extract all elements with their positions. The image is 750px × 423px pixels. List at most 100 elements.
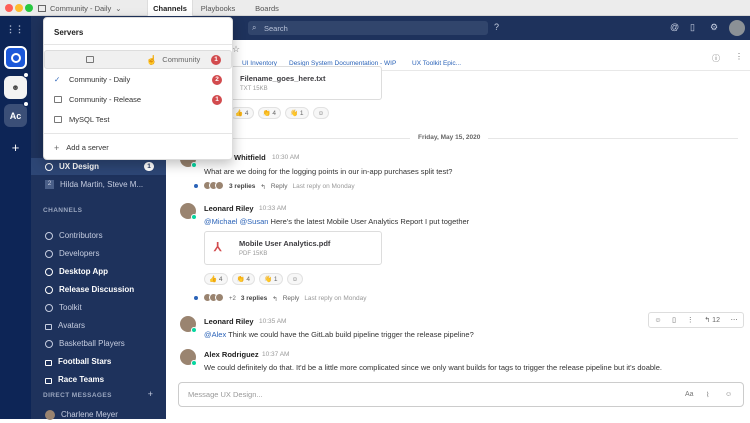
- server-icon: [38, 4, 46, 12]
- bookmark-link[interactable]: UX Toolkit Epic...: [412, 60, 461, 67]
- divider: [44, 133, 232, 134]
- team-sidebar: ⋮⋮ ☻ Ac +: [0, 16, 31, 419]
- server-item[interactable]: Community 1: [44, 50, 232, 69]
- sidebar-item-channel[interactable]: Developers: [31, 245, 166, 262]
- replies-count[interactable]: 3 replies: [229, 183, 255, 190]
- sidebar-item-dm[interactable]: Charlene Meyer: [31, 406, 166, 423]
- user-avatar[interactable]: [729, 20, 745, 36]
- star-icon[interactable]: ☆: [232, 44, 240, 55]
- close-window-button[interactable]: [5, 4, 13, 12]
- emoji-icon[interactable]: ☺: [725, 391, 732, 398]
- team-icon-active[interactable]: [4, 46, 27, 69]
- sidebar-item-channel[interactable]: Toolkit: [31, 299, 166, 316]
- post-author[interactable]: Leonard Riley: [204, 204, 254, 213]
- tab-playbooks[interactable]: Playbooks: [194, 0, 242, 16]
- thread-footer: 3 replies ↰ Reply Last reply on Monday: [203, 181, 355, 192]
- globe-icon: [45, 231, 53, 240]
- products-menu-icon[interactable]: ⋮⋮: [6, 20, 24, 38]
- file-attachment[interactable]: ⅄ Mobile User Analytics.pdf PDF 15KB: [204, 231, 382, 265]
- avatar: [45, 409, 55, 420]
- mouse-cursor-icon: ☝: [146, 55, 158, 65]
- add-server-button[interactable]: + Add a server: [44, 138, 232, 157]
- globe-icon: [45, 303, 53, 312]
- reply-icon: ↰: [260, 183, 266, 191]
- mentions-icon[interactable]: @: [670, 22, 679, 32]
- servers-dropdown: Servers Community 1 ✓ Community - Daily 2 Com…: [43, 17, 233, 160]
- formatting-icon[interactable]: Aa: [685, 391, 694, 398]
- message-input[interactable]: Message UX Design... Aa ⌇ ☺: [178, 382, 744, 407]
- file-name: Filename_goes_here.txt: [240, 74, 326, 83]
- search-input[interactable]: ⌕ Search: [248, 21, 488, 35]
- reaction[interactable]: 👋 1: [285, 107, 309, 119]
- globe-icon: [45, 339, 53, 348]
- settings-icon[interactable]: ⚙: [710, 22, 718, 33]
- post-time[interactable]: 10:30 AM: [272, 154, 299, 161]
- sidebar-item-channel[interactable]: Contributors: [31, 227, 166, 244]
- replies-count[interactable]: 3 replies: [241, 295, 267, 302]
- reply-icon: ↰: [272, 295, 278, 303]
- reaction[interactable]: 👍 4: [230, 107, 254, 119]
- info-icon[interactable]: ⓘ: [712, 53, 720, 64]
- tab-boards[interactable]: Boards: [244, 0, 290, 16]
- post-author[interactable]: Whitfield: [234, 153, 266, 162]
- post-time[interactable]: 10:33 AM: [259, 205, 286, 212]
- server-selector[interactable]: Community - Daily ⌄: [38, 0, 142, 16]
- participant-avatars: [203, 181, 224, 192]
- add-team-button[interactable]: +: [4, 136, 27, 159]
- add-dm-icon[interactable]: +: [148, 389, 153, 399]
- group-count-icon: 2: [45, 180, 54, 189]
- server-item[interactable]: MySQL Test: [44, 110, 232, 129]
- sidebar-item-channel[interactable]: Race Teams: [31, 371, 166, 388]
- status-icon: [191, 327, 197, 333]
- last-reply: Last reply on Monday: [304, 295, 367, 302]
- reply-icon[interactable]: ↰ 12: [704, 316, 720, 324]
- help-icon[interactable]: ?: [494, 22, 499, 32]
- post-time[interactable]: 10:37 AM: [262, 351, 289, 358]
- reaction[interactable]: 👏 4: [231, 273, 256, 285]
- server-item[interactable]: ✓ Community - Daily 2: [44, 70, 232, 89]
- reply-button[interactable]: Reply: [283, 295, 300, 302]
- add-reaction-button[interactable]: ☺: [286, 273, 304, 285]
- emoji-icon[interactable]: ☺: [654, 317, 661, 324]
- minimize-window-button[interactable]: [15, 4, 23, 12]
- file-attachment[interactable]: Filename_goes_here.txt TXT 15KB: [230, 66, 382, 100]
- mention[interactable]: @Michael: [204, 217, 237, 226]
- post-time[interactable]: 10:35 AM: [259, 318, 286, 325]
- add-reaction-button[interactable]: ☺: [312, 107, 330, 119]
- team-icon-ac[interactable]: Ac: [4, 104, 27, 127]
- attachment-icon[interactable]: ⌇: [706, 391, 709, 399]
- save-icon[interactable]: ▯: [672, 316, 676, 324]
- post-author[interactable]: Leonard Riley: [204, 317, 254, 326]
- mention[interactable]: @Susan: [240, 217, 269, 226]
- sidebar-item-group-dm[interactable]: 2 Hilda Martin, Steve M...: [31, 176, 166, 193]
- unread-dot: [23, 101, 29, 107]
- team-icon-spy[interactable]: ☻: [4, 76, 27, 99]
- server-item[interactable]: Community - Release 1: [44, 90, 232, 109]
- reaction[interactable]: 👏 4: [257, 107, 282, 119]
- sidebar-item-channel[interactable]: Release Discussion: [31, 281, 166, 298]
- sidebar-item-channel[interactable]: Desktop App: [31, 263, 166, 280]
- mention-badge: 1: [212, 94, 222, 105]
- tab-channels[interactable]: Channels: [147, 0, 193, 16]
- sidebar-item-channel[interactable]: Basketball Players: [31, 335, 166, 352]
- more-icon[interactable]: ⋯: [731, 316, 738, 324]
- sidebar-item-channel[interactable]: Avatars: [31, 317, 166, 334]
- dot-menu-icon[interactable]: ⋮: [687, 316, 694, 324]
- globe-icon: [45, 249, 53, 258]
- reaction[interactable]: 👍 4: [204, 273, 228, 285]
- sidebar-item-ux-design[interactable]: UX Design 1: [31, 158, 166, 175]
- dm-section-title[interactable]: DIRECT MESSAGES: [43, 392, 112, 399]
- saved-icon[interactable]: ▯: [690, 22, 695, 33]
- sidebar-item-channel[interactable]: Football Stars: [31, 353, 166, 370]
- mention-badge: 2: [212, 74, 222, 85]
- reply-button[interactable]: Reply: [271, 183, 288, 190]
- plus-icon: +: [54, 142, 60, 153]
- status-icon: [191, 214, 197, 220]
- post-author[interactable]: Alex Rodriguez: [204, 350, 259, 359]
- channels-section-title[interactable]: CHANNELS: [43, 207, 82, 214]
- maximize-window-button[interactable]: [25, 4, 33, 12]
- file-name: Mobile User Analytics.pdf: [239, 239, 331, 248]
- reaction[interactable]: 👋 1: [259, 273, 283, 285]
- pinned-icon[interactable]: ⋮: [735, 52, 743, 61]
- mention[interactable]: @Alex: [204, 330, 226, 339]
